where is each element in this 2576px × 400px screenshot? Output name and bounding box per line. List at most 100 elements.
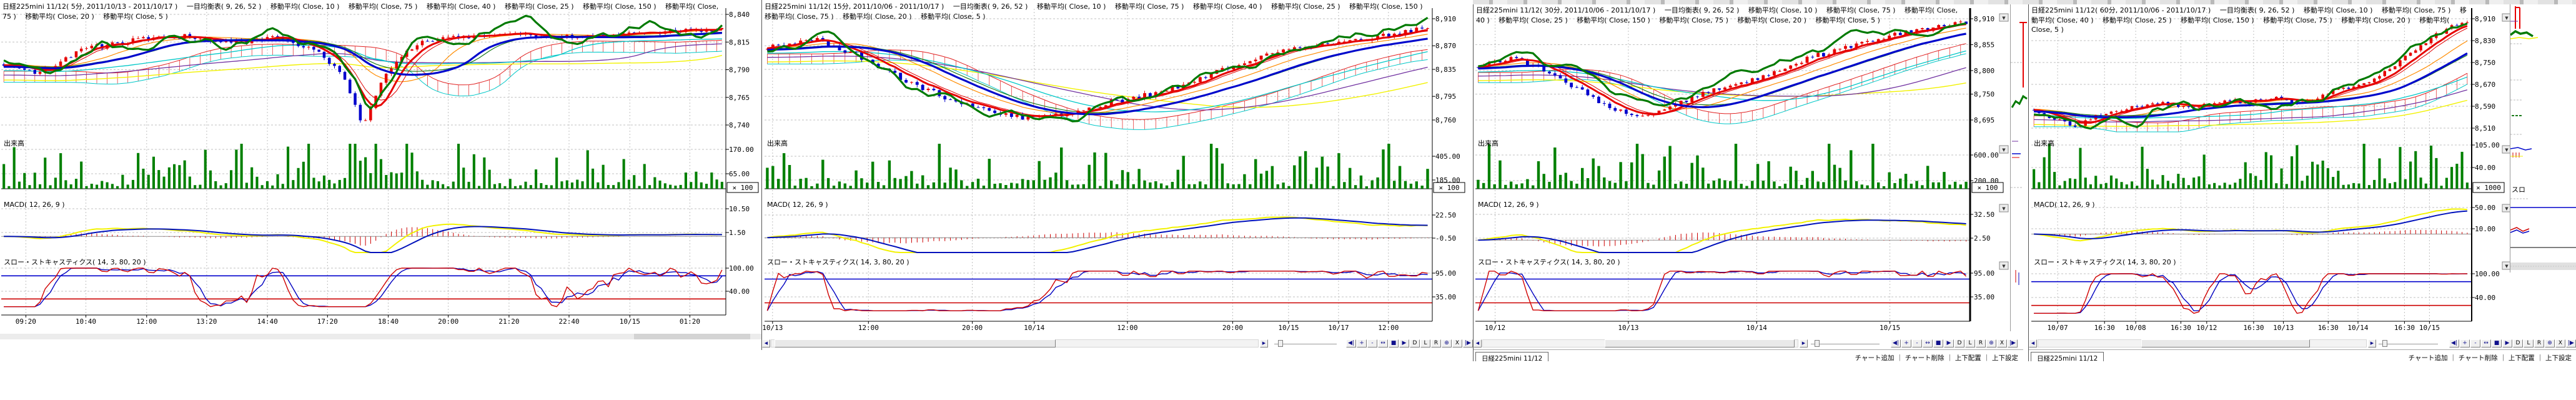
tab-link[interactable]: 上下設定 (2545, 354, 2572, 361)
tab-link[interactable]: 上下配置 (1955, 354, 1981, 361)
time-tick-label: 10/15 (620, 318, 640, 326)
section-collapse-button[interactable]: ▼ (1999, 146, 2008, 153)
tab-link[interactable]: チャート削除 (1905, 354, 1944, 361)
toolbar-button-7[interactable]: L (1965, 339, 1975, 348)
scrollbar-thumb[interactable] (634, 334, 750, 339)
time-tick-label: 10/14 (2347, 324, 2368, 332)
toolbar-button-2[interactable]: - (1912, 339, 1922, 348)
toolbar-button-1[interactable]: + (1901, 339, 1911, 348)
chevron-down-icon: ▼ (2002, 16, 2006, 21)
toolbar-button-8[interactable]: R (1976, 339, 1986, 348)
stoch-section-title: スロー・ストキャスティクス( 14, 3, 80, 20 ) (1478, 258, 1620, 266)
toolbar-button-11[interactable]: |▶ (1463, 339, 1473, 348)
zoom-slider-thumb[interactable] (1278, 340, 1283, 347)
time-tick-label: 16:30 (2318, 324, 2339, 332)
chevron-down-icon: ▼ (2002, 264, 2006, 269)
toolbar-button-5[interactable]: ▶ (2502, 339, 2512, 348)
toolbar-button-0[interactable]: ◀| (1891, 339, 1901, 348)
chevron-down-icon: ▼ (2505, 206, 2509, 211)
price-tick-label: 8,740 (729, 121, 750, 129)
time-tick-label: 10:40 (76, 318, 96, 326)
scroll-left-button[interactable]: ◀ (2029, 339, 2037, 348)
section-collapse-button[interactable]: ▼ (1999, 262, 2008, 269)
toolbar-button-11[interactable]: |▶ (2008, 339, 2018, 348)
toolbar-button-8[interactable]: R (1431, 339, 1441, 348)
scrollbar-thumb[interactable] (775, 339, 1056, 348)
toolbar-button-7[interactable]: L (1420, 339, 1430, 348)
time-tick-label: 17:20 (317, 318, 338, 326)
toolbar-button-3[interactable]: ↔ (1378, 339, 1388, 348)
chart-tab-links[interactable]: チャート追加 ｜ チャート削除 ｜ 上下配置 ｜ 上下設定 (1855, 353, 2018, 361)
toolbar-button-6[interactable]: D (1954, 339, 1964, 348)
section-collapse-button[interactable]: ▼ (1999, 14, 2008, 21)
toolbar-button-4[interactable]: ■ (1933, 339, 1943, 348)
price-tick-label: 8,765 (729, 94, 750, 102)
toolbar-button-9[interactable]: ⊕ (1986, 339, 1996, 348)
toolbar-button-1[interactable]: + (2460, 339, 2470, 348)
stoch-tick-label: 100.00 (729, 264, 754, 272)
chart-tab[interactable]: 日経225mini 11/12 (1475, 352, 1548, 361)
scrollbar-thumb[interactable] (1605, 339, 1795, 348)
toolbar-button-9[interactable]: ⊕ (2545, 339, 2555, 348)
section-collapse-button[interactable]: ▼ (1999, 204, 2008, 212)
chart-tab[interactable]: 日経225mini 11/12 (2031, 352, 2104, 361)
volume-section-title: 出来高 (767, 139, 788, 148)
toolbar-button-2[interactable]: - (2470, 339, 2480, 348)
toolbar-button-7[interactable]: L (2524, 339, 2534, 348)
toolbar-button-4[interactable]: ■ (2492, 339, 2502, 348)
toolbar-button-3[interactable]: ↔ (2481, 339, 2491, 348)
toolbar-button-5[interactable]: ▶ (1399, 339, 1409, 348)
chart-tab-bar: 日経225mini 11/12 チャート追加 ｜ チャート削除 ｜ 上下配置 ｜ … (1474, 349, 2023, 361)
chart-header: 日経225mini 11/12( 5分, 2011/10/13 - 2011/1… (2, 2, 721, 21)
toolbar-button-9[interactable]: ⊕ (1442, 339, 1452, 348)
stoch-tick-label: 40.00 (729, 288, 750, 296)
chevron-down-icon: ▼ (2002, 206, 2006, 211)
toolbar-button-10[interactable]: X (1452, 339, 1462, 348)
price-tick-label: 8,590 (2475, 102, 2495, 111)
tab-link[interactable]: 上下設定 (1992, 354, 2018, 361)
toolbar-button-1[interactable]: + (1357, 339, 1367, 348)
scroll-right-button[interactable]: ▶ (2368, 339, 2376, 348)
clipped-stoch-label: スロ (2512, 186, 2525, 194)
horizontal-scrollbar[interactable] (0, 334, 761, 339)
tab-link[interactable]: チャート追加 (2409, 354, 2448, 361)
toolbar-button-10[interactable]: X (2555, 339, 2565, 348)
macd-tick-label: 50.00 (2475, 204, 2495, 212)
chart-window-4: 8,9108,8308,7508,6708,5908,510105.0040.0… (2028, 0, 2576, 361)
toolbar-button-0[interactable]: ◀| (1346, 339, 1356, 348)
volume-tick-label: 65.00 (729, 170, 750, 178)
price-tick-label: 8,910 (2475, 15, 2495, 23)
price-tick-label: 8,795 (1435, 92, 1456, 101)
toolbar-button-6[interactable]: D (1410, 339, 1420, 348)
bottom-scroll-toolbar: ◀▶◀|+-↔■▶DLR⊕X|▶ (762, 339, 1474, 348)
price-tick-label: 8,840 (729, 11, 750, 19)
scroll-right-button[interactable]: ▶ (1800, 339, 1808, 348)
toolbar-button-5[interactable]: ▶ (1944, 339, 1954, 348)
scrollbar-thumb[interactable] (2141, 339, 2310, 348)
tab-link[interactable]: チャート削除 (2459, 354, 2498, 361)
price-tick-label: 8,750 (2475, 59, 2495, 67)
toolbar-button-3[interactable]: ↔ (1923, 339, 1933, 348)
time-tick-label: 10/13 (762, 324, 783, 332)
toolbar-button-8[interactable]: R (2534, 339, 2544, 348)
zoom-slider-thumb[interactable] (1815, 340, 1820, 347)
macd-tick-label: 2.50 (1974, 234, 1991, 242)
zoom-slider-thumb[interactable] (2382, 340, 2387, 347)
toolbar-button-11[interactable]: |▶ (2566, 339, 2576, 348)
scroll-left-button[interactable]: ◀ (1474, 339, 1482, 348)
macd-tick-label: 32.50 (1974, 211, 1994, 219)
time-tick-label: 10/12 (2196, 324, 2217, 332)
toolbar-button-10[interactable]: X (1997, 339, 2007, 348)
toolbar-button-0[interactable]: ◀| (2449, 339, 2459, 348)
chart-tab-links[interactable]: チャート追加 ｜ チャート削除 ｜ 上下配置 ｜ 上下設定 (2409, 353, 2572, 361)
time-tick-label: 10/13 (2273, 324, 2294, 332)
volume-section-title: 出来高 (4, 139, 24, 148)
toolbar-button-2[interactable]: - (1367, 339, 1377, 348)
time-tick-label: 10/17 (1328, 324, 1349, 332)
toolbar-button-4[interactable]: ■ (1389, 339, 1399, 348)
scroll-left-button[interactable]: ◀ (762, 339, 770, 348)
tab-link[interactable]: 上下配置 (2509, 354, 2535, 361)
tab-link[interactable]: チャート追加 (1855, 354, 1895, 361)
toolbar-button-6[interactable]: D (2513, 339, 2523, 348)
scroll-right-button[interactable]: ▶ (1260, 339, 1268, 348)
